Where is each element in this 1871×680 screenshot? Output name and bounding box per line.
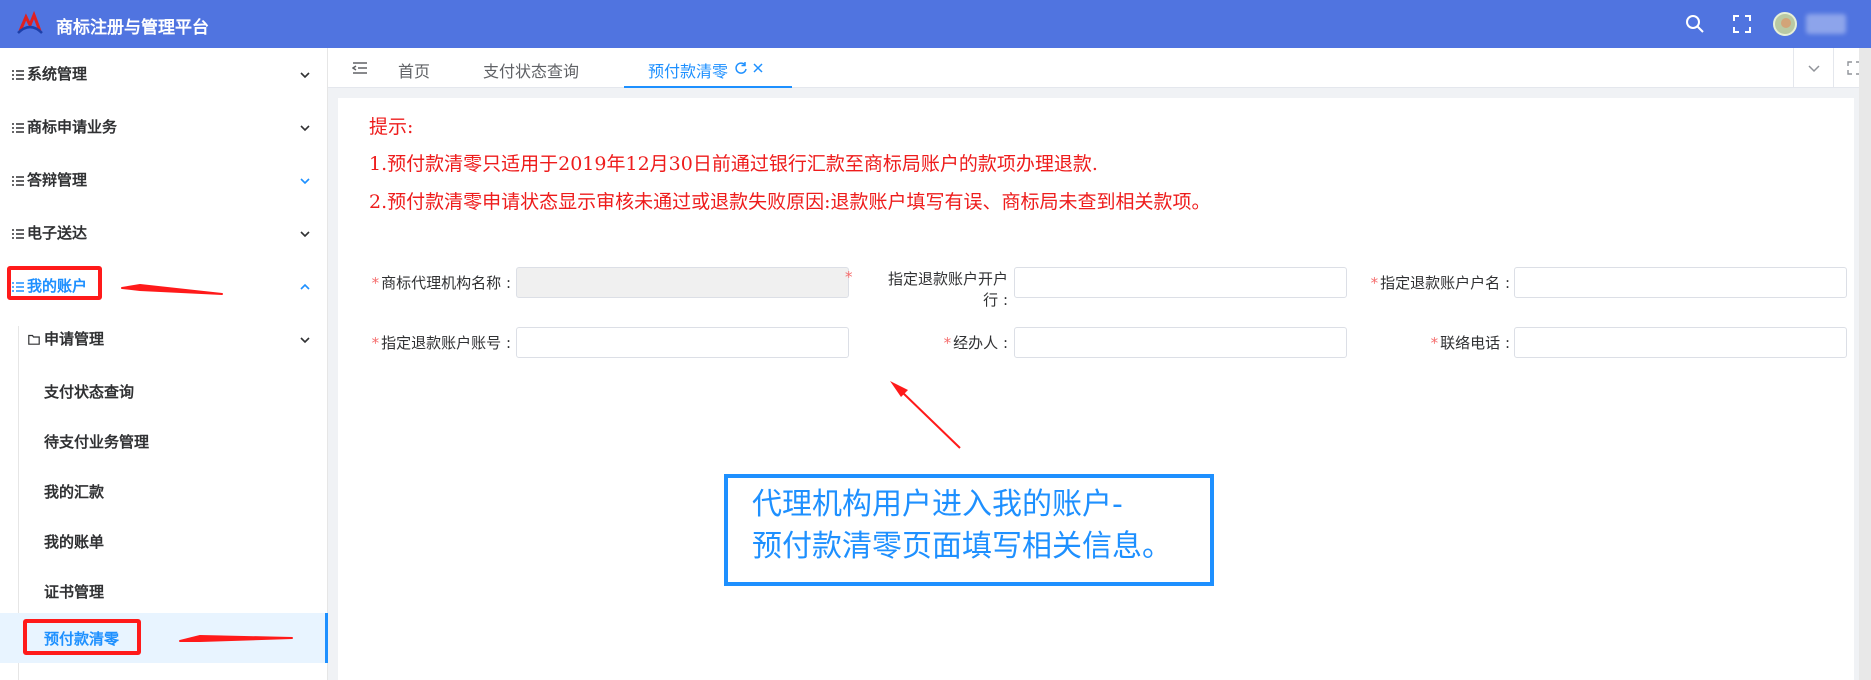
agency-name-label: * 商标代理机构名称 : bbox=[356, 272, 511, 293]
tab-label: 支付状态查询 bbox=[483, 62, 580, 81]
app-logo-icon bbox=[17, 11, 43, 34]
required-mark: * bbox=[943, 334, 952, 352]
required-mark: * bbox=[1370, 274, 1379, 292]
refresh-icon[interactable] bbox=[734, 61, 748, 75]
chevron-down-icon bbox=[300, 72, 310, 79]
sidebar-item-trademark-application[interactable]: 商标申请业务 bbox=[0, 101, 328, 154]
label-line: 指定退款账户开户 bbox=[887, 270, 1008, 288]
sidebar-item-label: 答辩管理 bbox=[27, 171, 88, 189]
highlight-box-prepayment-clear bbox=[23, 619, 141, 655]
required-mark: * bbox=[371, 274, 380, 292]
callout-line-2: 预付款清零页面填写相关信息。 bbox=[752, 529, 1172, 564]
sidebar-item-label: 支付状态查询 bbox=[44, 383, 135, 401]
bank-label: 指定退款账户开户 行 : bbox=[858, 269, 1008, 311]
search-icon[interactable] bbox=[1683, 12, 1707, 36]
tab-payment-status[interactable]: 支付状态查询 bbox=[483, 48, 613, 88]
sidebar-item-label: 电子送达 bbox=[27, 224, 88, 242]
fullscreen-icon[interactable] bbox=[1730, 12, 1754, 36]
sidebar-item-electronic-delivery[interactable]: 电子送达 bbox=[0, 207, 328, 260]
label-line: 行 : bbox=[983, 291, 1008, 309]
tab-home[interactable]: 首页 bbox=[398, 48, 458, 88]
sidebar-item-label: 系统管理 bbox=[27, 65, 88, 83]
tab-prepayment-clear[interactable]: 预付款清零 bbox=[624, 48, 792, 88]
sidebar-group-application-management[interactable]: 申请管理 bbox=[0, 313, 328, 366]
required-mark: * bbox=[845, 268, 853, 286]
highlight-box-my-account bbox=[7, 266, 102, 300]
label-text: 商标代理机构名称 : bbox=[381, 274, 511, 292]
sidebar-item-payment-status[interactable]: 支付状态查询 bbox=[0, 366, 328, 416]
app-title: 商标注册与管理平台 bbox=[56, 18, 209, 38]
label-text: 指定退款账户账号 : bbox=[381, 334, 511, 352]
sidebar-item-label: 证书管理 bbox=[44, 583, 105, 601]
tab-divider bbox=[1793, 48, 1794, 88]
sidebar: 系统管理 商标申请业务 答辩管理 电子送达 我的账户 申请管理 支付状态查询 待… bbox=[0, 48, 328, 680]
account-name-input[interactable] bbox=[1514, 267, 1847, 298]
scrollbar[interactable] bbox=[1859, 48, 1871, 680]
handler-input[interactable] bbox=[1014, 327, 1347, 358]
account-name-label: * 指定退款账户户名 : bbox=[1348, 272, 1510, 293]
list-icon bbox=[12, 229, 24, 239]
tab-divider bbox=[1833, 48, 1834, 88]
tab-label: 首页 bbox=[398, 62, 431, 81]
tab-label: 预付款清零 bbox=[648, 62, 729, 81]
main-content: 提示: 1.预付款清零只适用于2019年12月30日前通过银行汇款至商标局账户的… bbox=[338, 98, 1854, 680]
label-text: 经办人 : bbox=[953, 334, 1008, 352]
notice-line-2: 2.预付款清零申请状态显示审核未通过或退款失败原因:退款账户填写有误、商标局未查… bbox=[369, 191, 1211, 213]
top-header: 商标注册与管理平台 bbox=[0, 0, 1871, 48]
close-icon[interactable] bbox=[752, 62, 764, 74]
sidebar-item-certificate[interactable]: 证书管理 bbox=[0, 566, 328, 616]
collapse-menu-icon[interactable] bbox=[352, 60, 368, 76]
list-icon bbox=[12, 176, 24, 186]
notice-line-1: 1.预付款清零只适用于2019年12月30日前通过银行汇款至商标局账户的款项办理… bbox=[369, 153, 1098, 175]
account-number-input[interactable] bbox=[516, 327, 849, 358]
phone-label: * 联络电话 : bbox=[1348, 332, 1510, 353]
chevron-down-icon bbox=[300, 231, 310, 238]
sidebar-item-label: 我的账单 bbox=[44, 533, 105, 551]
chevron-down-icon bbox=[300, 178, 310, 185]
account-number-label: * 指定退款账户账号 : bbox=[356, 332, 511, 353]
sidebar-item-pending-payment[interactable]: 待支付业务管理 bbox=[0, 416, 328, 466]
callout-text: 代理机构用户进入我的账户- 预付款清零页面填写相关信息。 bbox=[752, 484, 1212, 568]
bank-required-mark: * bbox=[845, 268, 853, 286]
sidebar-item-label: 我的汇款 bbox=[44, 483, 105, 501]
list-icon bbox=[12, 123, 24, 133]
notice-title: 提示: bbox=[369, 116, 414, 138]
list-icon bbox=[12, 70, 24, 80]
chevron-down-icon[interactable] bbox=[1807, 61, 1821, 75]
callout-line-1: 代理机构用户进入我的账户- bbox=[752, 487, 1123, 522]
sidebar-item-defense[interactable]: 答辩管理 bbox=[0, 154, 328, 207]
handler-label: * 经办人 : bbox=[858, 332, 1008, 353]
sidebar-item-label: 待支付业务管理 bbox=[44, 433, 150, 451]
chevron-down-icon bbox=[300, 125, 310, 132]
phone-input[interactable] bbox=[1514, 327, 1847, 358]
agency-name-input[interactable] bbox=[516, 267, 849, 298]
sidebar-group-label: 申请管理 bbox=[44, 330, 105, 348]
tab-bar: 首页 支付状态查询 预付款清零 bbox=[328, 48, 1871, 88]
sidebar-item-system[interactable]: 系统管理 bbox=[0, 48, 328, 101]
sidebar-item-my-remittance[interactable]: 我的汇款 bbox=[0, 466, 328, 516]
folder-icon bbox=[28, 334, 40, 345]
required-mark: * bbox=[371, 334, 380, 352]
chevron-down-icon bbox=[300, 337, 310, 344]
sidebar-item-label: 商标申请业务 bbox=[27, 118, 118, 136]
sidebar-item-my-bill[interactable]: 我的账单 bbox=[0, 516, 328, 566]
label-text: 联络电话 : bbox=[1440, 334, 1510, 352]
avatar[interactable] bbox=[1773, 12, 1797, 36]
annotation-callout: 代理机构用户进入我的账户- 预付款清零页面填写相关信息。 bbox=[724, 474, 1214, 586]
username-redacted[interactable] bbox=[1806, 14, 1846, 34]
required-mark: * bbox=[1430, 334, 1439, 352]
page: 商标注册与管理平台 系统管理 商标申请业务 答辩管理 电子送达 我的账户 申请管… bbox=[0, 0, 1871, 680]
label-text: 指定退款账户户名 : bbox=[1380, 274, 1510, 292]
bank-input[interactable] bbox=[1014, 267, 1347, 298]
chevron-up-icon bbox=[300, 283, 310, 290]
